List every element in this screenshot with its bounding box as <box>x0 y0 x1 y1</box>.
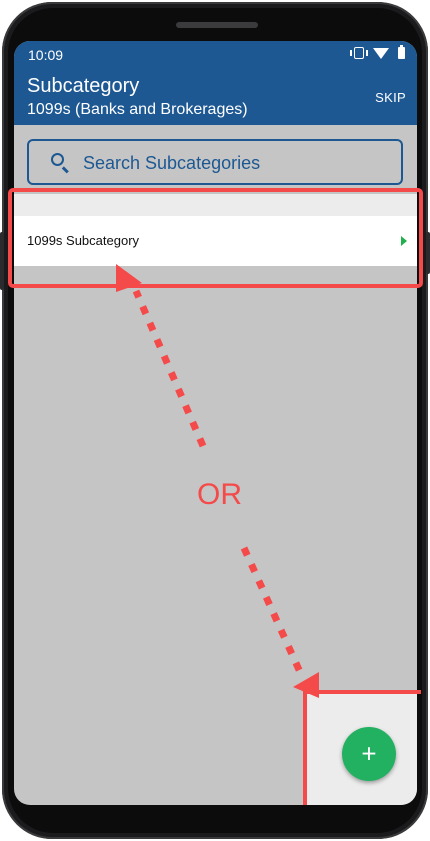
battery-icon <box>398 45 405 59</box>
status-icons <box>350 45 405 59</box>
wifi-icon <box>373 47 389 59</box>
list-item[interactable]: 1099s Subcategory <box>14 216 417 266</box>
speaker-grille <box>176 22 258 28</box>
chevron-right-icon <box>401 236 407 246</box>
search-icon <box>51 153 64 166</box>
list-item-label: 1099s Subcategory <box>27 233 140 248</box>
or-label: OR <box>197 478 242 511</box>
list-header <box>14 194 417 216</box>
add-button[interactable]: + <box>342 727 396 781</box>
status-time: 10:09 <box>28 47 64 63</box>
search-input[interactable]: Search Subcategories <box>27 139 403 185</box>
vibrate-icon <box>350 47 368 59</box>
phone-screen: 10:09 Subcategory 1099s (Banks and Broke… <box>14 41 417 805</box>
search-placeholder: Search Subcategories <box>83 153 261 173</box>
status-bar: 10:09 <box>14 41 417 69</box>
app-bar: Subcategory 1099s (Banks and Brokerages)… <box>14 69 417 125</box>
power-button <box>426 232 430 274</box>
plus-icon: + <box>361 738 377 769</box>
volume-button <box>0 232 4 290</box>
page-subtitle: 1099s (Banks and Brokerages) <box>27 101 248 118</box>
skip-button[interactable]: SKIP <box>375 90 406 105</box>
page-title: Subcategory <box>27 75 140 97</box>
